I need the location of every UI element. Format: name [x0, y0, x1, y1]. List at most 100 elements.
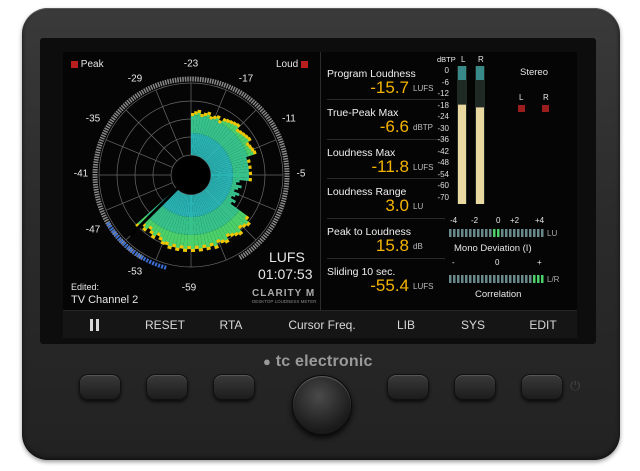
soft-key-menu: RESET RTA Cursor Freq. LIB SYS EDIT: [63, 310, 577, 338]
stereo-left-label: L: [519, 93, 524, 102]
radar-center-hub: [173, 157, 209, 193]
meter-segment: [509, 229, 512, 237]
meter-segment: [517, 229, 520, 237]
brand-mark-icon: ●: [263, 354, 272, 369]
meter-segment: [461, 229, 464, 237]
meter-segment: [473, 229, 476, 237]
readout-value: 3.0: [385, 196, 409, 215]
radar-scale-label: -23: [183, 58, 199, 70]
hardware-button-6[interactable]: [521, 374, 563, 400]
bar-scale-tick: -60: [437, 181, 449, 190]
deviation-tick: -4: [450, 216, 458, 225]
radar-peak-edge: [248, 165, 252, 169]
meter-segment: [457, 275, 460, 283]
meter-segment: [449, 229, 452, 237]
radar-peak-edge: [182, 248, 188, 252]
stereo-left-led-icon: [518, 105, 525, 112]
elapsed-time: 01:07:53: [258, 266, 313, 282]
menu-cursor-freq[interactable]: Cursor Freq.: [288, 318, 355, 332]
loudness-range-readout: Loudness Range 3.0 LU: [327, 178, 445, 218]
program-loudness-readout: Program Loudness -15.7 LUFS: [327, 64, 445, 100]
meter-segment: [525, 229, 528, 237]
meter-segment: [477, 229, 480, 237]
radar-peak-edge: [198, 248, 204, 252]
bar-scale-tick: -54: [437, 169, 449, 179]
bar-scale-tick: 0: [444, 66, 449, 75]
radar-scale-label: -47: [85, 224, 101, 236]
radar-grid-spoke: [105, 139, 173, 168]
radar-grid-spoke: [155, 89, 184, 157]
bar-right-label: R: [478, 55, 484, 64]
meter-segment: [485, 229, 488, 237]
display-screen: Peak Loud -23 -29 -17 -35 -11 -41 -5 -47…: [63, 52, 577, 338]
radar-peak-edge: [191, 113, 195, 117]
hardware-button-2[interactable]: [146, 374, 188, 400]
bar-scale-tick: -30: [437, 123, 449, 133]
correlation-unit: L/R: [547, 275, 560, 284]
readout-unit: LUFS: [413, 282, 434, 291]
program-name: TV Channel 2: [71, 294, 139, 306]
meter-segment: [469, 229, 472, 237]
bar-scale-tick: -24: [437, 112, 449, 121]
meter-segment: [481, 229, 484, 237]
correlation-bar: [449, 275, 544, 283]
hardware-button-5[interactable]: [454, 374, 496, 400]
radar-peak-edge: [194, 111, 198, 115]
meter-segment: [469, 275, 472, 283]
radar-scale-label: -53: [127, 266, 143, 278]
meter-segment: [493, 229, 496, 237]
menu-edit[interactable]: EDIT: [529, 318, 556, 332]
menu-lib[interactable]: LIB: [397, 318, 415, 332]
deviation-tick: 0: [496, 216, 501, 225]
bar-scale-tick: -70: [437, 192, 449, 202]
pause-icon[interactable]: [96, 319, 99, 331]
loudness-max-readout: Loudness Max -11.8 LUFS: [327, 139, 445, 179]
brand-text: tc electronic: [275, 353, 373, 370]
deviation-unit: LU: [547, 229, 558, 238]
radar-peak-edge: [248, 171, 252, 175]
meter-segment: [497, 275, 500, 283]
meter-segment: [537, 229, 540, 237]
readout-separator: [327, 99, 445, 100]
meter-segment: [509, 275, 512, 283]
hardware-button-4[interactable]: [387, 374, 429, 400]
meter-segment: [461, 275, 464, 283]
meter-segment: [517, 275, 520, 283]
meter-segment: [477, 275, 480, 283]
panel-divider: [320, 52, 321, 310]
radar-unit: LUFS: [269, 249, 305, 265]
readout-value: -11.8: [371, 157, 410, 176]
edited-label: Edited:: [71, 282, 100, 292]
meter-segment: [457, 229, 460, 237]
rotary-encoder[interactable]: [292, 375, 352, 435]
radar-peak-edge: [248, 178, 252, 182]
menu-sys[interactable]: SYS: [461, 318, 485, 332]
readout-separator: [327, 178, 445, 179]
readout-separator: [327, 139, 445, 140]
radar-peak-edge: [187, 245, 191, 249]
meter-segment: [521, 229, 524, 237]
bar-scale-tick: -48: [437, 158, 449, 167]
radar-scale-label: -5: [296, 168, 306, 180]
meter-segment: [533, 275, 536, 283]
radar-peak-edge: [194, 245, 199, 249]
readout-value: 15.8: [375, 236, 409, 255]
radar-scale-label: -29: [127, 73, 143, 85]
menu-rta[interactable]: RTA: [220, 318, 243, 332]
meter-segment: [501, 275, 504, 283]
deviation-label: Mono Deviation (I): [454, 243, 532, 254]
hardware-button-1[interactable]: [79, 374, 121, 400]
readout-unit: dB: [413, 242, 423, 251]
radar-scale-label: -35: [85, 113, 101, 125]
sliding-10s-readout: Sliding 10 sec. -55.4 LUFS: [327, 258, 445, 298]
deviation-tick: +4: [535, 216, 545, 225]
power-icon[interactable]: ⏻: [570, 378, 580, 394]
meter-segment: [513, 229, 516, 237]
bar-scale-tick: -36: [437, 135, 449, 144]
hardware-button-3[interactable]: [213, 374, 255, 400]
menu-reset[interactable]: RESET: [145, 318, 185, 332]
stereo-label: Stereo: [520, 67, 548, 78]
meter-segment: [529, 275, 532, 283]
meter-segment: [529, 229, 532, 237]
peak-to-loudness-readout: Peak to Loudness 15.8 dB: [327, 218, 445, 258]
